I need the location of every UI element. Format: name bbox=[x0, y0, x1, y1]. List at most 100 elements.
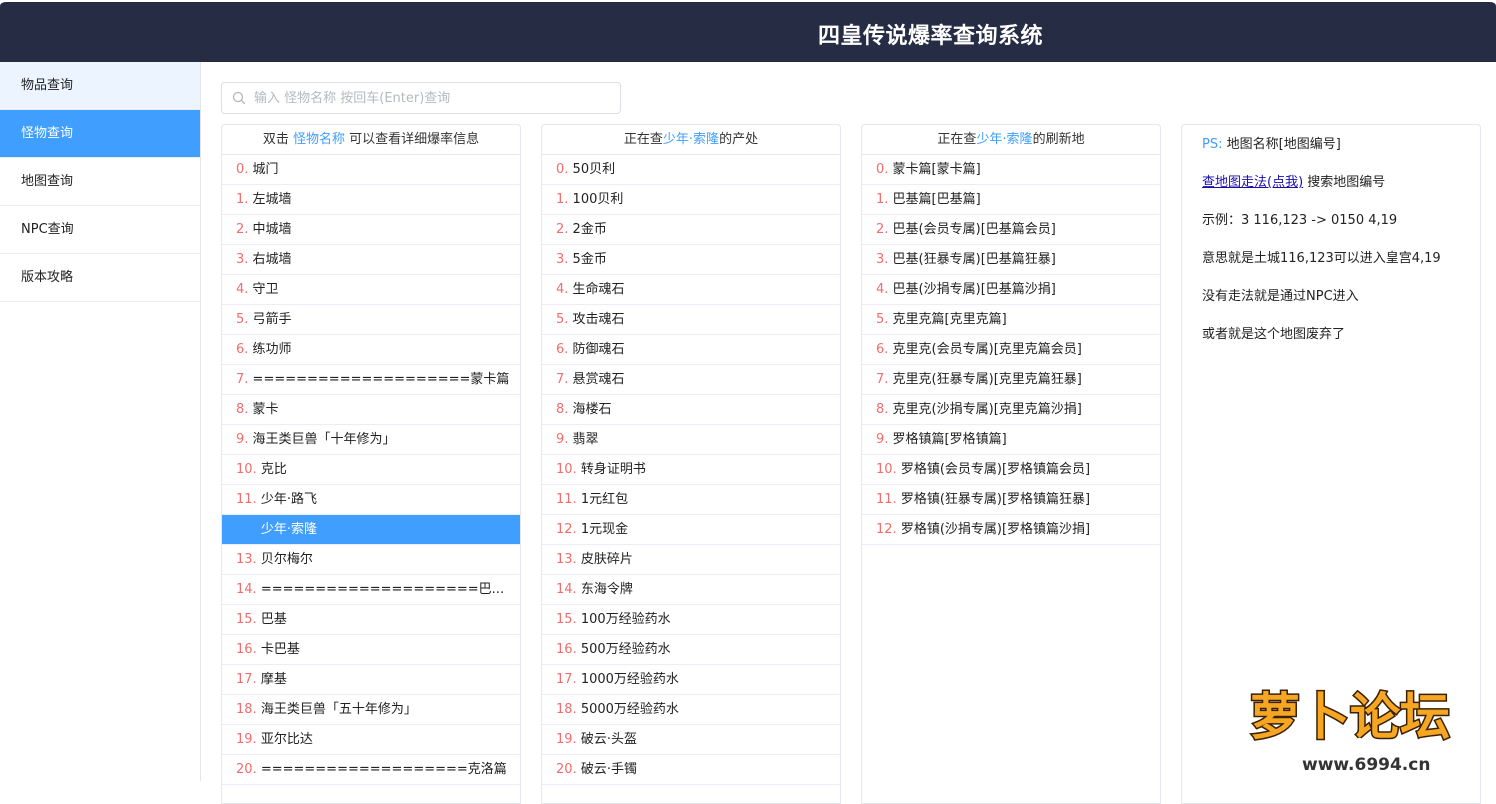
row-label: 卡巴基 bbox=[260, 642, 300, 657]
drop-list: 0. 50贝利 1. 100贝利 2. 2金币 3. 5金币 4. 生命魂石 5. 攻击魂… bbox=[542, 155, 840, 785]
row-label: 贝尔梅尔 bbox=[260, 552, 313, 567]
monster-row[interactable]: 6. 练功师 bbox=[222, 335, 520, 365]
drop-row[interactable]: 6. 防御魂石 bbox=[542, 335, 840, 365]
spawn-row[interactable]: 9. 罗格镇篇[罗格镇篇] bbox=[862, 425, 1160, 455]
row-label: ====================蒙卡篇 bbox=[252, 372, 510, 387]
spawn-list: 0. 蒙卡篇[蒙卡篇] 1. 巴基篇[巴基篇] 2. 巴基(会员专属)[巴基篇会员]… bbox=[862, 155, 1160, 545]
row-index: 0. bbox=[556, 162, 569, 177]
row-index: 6. bbox=[556, 342, 569, 357]
spawn-row[interactable]: 0. 蒙卡篇[蒙卡篇] bbox=[862, 155, 1160, 185]
sidebar: 物品查询 怪物查询 地图查询 NPC查询 版本攻略 bbox=[0, 62, 201, 781]
drop-list-panel: 正在查少年·索隆的产处 0. 50贝利 1. 100贝利 2. 2金币 3. 5金币 4… bbox=[541, 124, 841, 804]
row-index: 15. bbox=[236, 612, 257, 627]
monster-row[interactable]: 15. 巴基 bbox=[222, 605, 520, 635]
monster-row[interactable]: 12. 少年·索隆 bbox=[222, 515, 520, 545]
row-index: 7. bbox=[236, 372, 249, 387]
row-index: 20. bbox=[556, 762, 577, 777]
spawn-row[interactable]: 2. 巴基(会员专属)[巴基篇会员] bbox=[862, 215, 1160, 245]
monster-row[interactable]: 9. 海王类巨兽「十年修为」 bbox=[222, 425, 520, 455]
row-index: 5. bbox=[876, 312, 889, 327]
row-index: 6. bbox=[236, 342, 249, 357]
spawn-row[interactable]: 4. 巴基(沙捐专属)[巴基篇沙捐] bbox=[862, 275, 1160, 305]
row-index: 12. bbox=[556, 522, 577, 537]
row-label: 转身证明书 bbox=[580, 462, 646, 477]
spawn-row[interactable]: 10. 罗格镇(会员专属)[罗格镇篇会员] bbox=[862, 455, 1160, 485]
spawn-row[interactable]: 3. 巴基(狂暴专属)[巴基篇狂暴] bbox=[862, 245, 1160, 275]
drop-row[interactable]: 16. 500万经验药水 bbox=[542, 635, 840, 665]
sidebar-item-version-guide[interactable]: 版本攻略 bbox=[0, 254, 200, 302]
monster-row[interactable]: 14. ====================巴... bbox=[222, 575, 520, 605]
row-index: 8. bbox=[876, 402, 889, 417]
watermark-text: 萝卜论坛 bbox=[1250, 688, 1450, 746]
search-box[interactable] bbox=[221, 82, 621, 114]
drop-row[interactable]: 18. 5000万经验药水 bbox=[542, 695, 840, 725]
monster-row[interactable]: 7. ====================蒙卡篇 bbox=[222, 365, 520, 395]
row-index: 15. bbox=[556, 612, 577, 627]
row-index: 2. bbox=[876, 222, 889, 237]
sidebar-item-map-search[interactable]: 地图查询 bbox=[0, 158, 200, 206]
drop-row[interactable]: 14. 东海令牌 bbox=[542, 575, 840, 605]
sidebar-item-monster-search[interactable]: 怪物查询 bbox=[0, 110, 200, 158]
monster-list-header: 双击 怪物名称 可以查看详细爆率信息 bbox=[222, 125, 520, 155]
row-label: 少年·路飞 bbox=[260, 492, 317, 507]
drop-row[interactable]: 7. 悬赏魂石 bbox=[542, 365, 840, 395]
row-index: 16. bbox=[236, 642, 257, 657]
row-label: 罗格镇(沙捐专属)[罗格镇篇沙捐] bbox=[900, 522, 1091, 537]
drop-row[interactable]: 10. 转身证明书 bbox=[542, 455, 840, 485]
row-label: 克里克(狂暴专属)[克里克篇狂暴] bbox=[892, 372, 1082, 387]
drop-row[interactable]: 4. 生命魂石 bbox=[542, 275, 840, 305]
row-label: 罗格镇篇[罗格镇篇] bbox=[892, 432, 1007, 447]
drop-row[interactable]: 11. 1元红包 bbox=[542, 485, 840, 515]
search-input[interactable] bbox=[254, 83, 614, 113]
monster-row[interactable]: 16. 卡巴基 bbox=[222, 635, 520, 665]
monster-row[interactable]: 18. 海王类巨兽「五十年修为」 bbox=[222, 695, 520, 725]
ps-line: PS: 地图名称[地图编号] bbox=[1202, 137, 1341, 152]
row-label: 弓箭手 bbox=[252, 312, 292, 327]
drop-row[interactable]: 9. 翡翠 bbox=[542, 425, 840, 455]
monster-row[interactable]: 3. 右城墙 bbox=[222, 245, 520, 275]
spawn-row[interactable]: 12. 罗格镇(沙捐专属)[罗格镇篇沙捐] bbox=[862, 515, 1160, 545]
spawn-row[interactable]: 1. 巴基篇[巴基篇] bbox=[862, 185, 1160, 215]
row-label: 巴基(狂暴专属)[巴基篇狂暴] bbox=[892, 252, 1056, 267]
row-label: 攻击魂石 bbox=[572, 312, 625, 327]
row-label: 海王类巨兽「五十年修为」 bbox=[260, 702, 417, 717]
sidebar-item-item-search[interactable]: 物品查询 bbox=[0, 62, 200, 110]
monster-row[interactable]: 17. 摩基 bbox=[222, 665, 520, 695]
row-label: 克里克(沙捐专属)[克里克篇沙捐] bbox=[892, 402, 1082, 417]
row-label: 摩基 bbox=[260, 672, 287, 687]
monster-row[interactable]: 0. 城门 bbox=[222, 155, 520, 185]
monster-row[interactable]: 19. 亚尔比达 bbox=[222, 725, 520, 755]
drop-row[interactable]: 13. 皮肤碎片 bbox=[542, 545, 840, 575]
row-label: 亚尔比达 bbox=[260, 732, 313, 747]
monster-row[interactable]: 2. 中城墙 bbox=[222, 215, 520, 245]
spawn-row[interactable]: 5. 克里克篇[克里克篇] bbox=[862, 305, 1160, 335]
spawn-row[interactable]: 11. 罗格镇(狂暴专属)[罗格镇篇狂暴] bbox=[862, 485, 1160, 515]
sidebar-item-npc-search[interactable]: NPC查询 bbox=[0, 206, 200, 254]
drop-row[interactable]: 5. 攻击魂石 bbox=[542, 305, 840, 335]
monster-row[interactable]: 5. 弓箭手 bbox=[222, 305, 520, 335]
row-index: 8. bbox=[236, 402, 249, 417]
drop-row[interactable]: 12. 1元现金 bbox=[542, 515, 840, 545]
spawn-row[interactable]: 7. 克里克(狂暴专属)[克里克篇狂暴] bbox=[862, 365, 1160, 395]
drop-row[interactable]: 1. 100贝利 bbox=[542, 185, 840, 215]
drop-row[interactable]: 0. 50贝利 bbox=[542, 155, 840, 185]
map-route-link[interactable]: 查地图走法(点我) bbox=[1202, 175, 1303, 190]
row-label: 2金币 bbox=[572, 222, 607, 237]
monster-row[interactable]: 1. 左城墙 bbox=[222, 185, 520, 215]
spawn-row[interactable]: 8. 克里克(沙捐专属)[克里克篇沙捐] bbox=[862, 395, 1160, 425]
drop-row[interactable]: 17. 1000万经验药水 bbox=[542, 665, 840, 695]
row-label: 罗格镇(狂暴专属)[罗格镇篇狂暴] bbox=[900, 492, 1091, 507]
monster-row[interactable]: 8. 蒙卡 bbox=[222, 395, 520, 425]
monster-row[interactable]: 11. 少年·路飞 bbox=[222, 485, 520, 515]
drop-row[interactable]: 2. 2金币 bbox=[542, 215, 840, 245]
drop-row[interactable]: 8. 海楼石 bbox=[542, 395, 840, 425]
monster-row[interactable]: 13. 贝尔梅尔 bbox=[222, 545, 520, 575]
row-label: 100贝利 bbox=[572, 192, 624, 207]
monster-row[interactable]: 10. 克比 bbox=[222, 455, 520, 485]
spawn-row[interactable]: 6. 克里克(会员专属)[克里克篇会员] bbox=[862, 335, 1160, 365]
monster-row[interactable]: 4. 守卫 bbox=[222, 275, 520, 305]
drop-row[interactable]: 3. 5金币 bbox=[542, 245, 840, 275]
search-icon bbox=[232, 91, 246, 105]
drop-row[interactable]: 15. 100万经验药水 bbox=[542, 605, 840, 635]
drop-row[interactable]: 19. 破云·头盔 bbox=[542, 725, 840, 755]
